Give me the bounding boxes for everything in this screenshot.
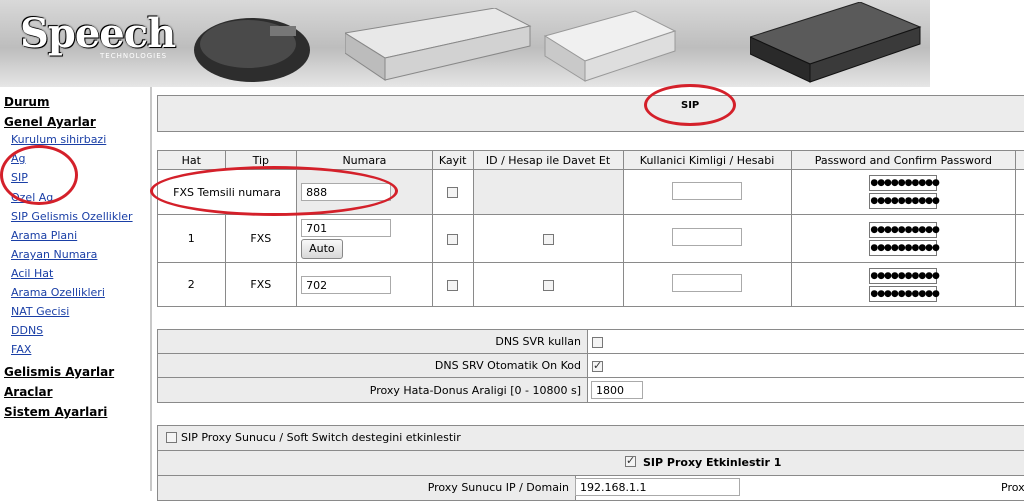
line-1-davet-checkbox[interactable] [543, 234, 554, 245]
line-2-numara-cell: 702 [297, 263, 433, 307]
line-2-user-cell [623, 263, 791, 307]
nav-araclar[interactable]: Araclar [4, 385, 53, 399]
col-hat: Hat [158, 151, 226, 170]
proxy-server-row: Proxy Sunucu IP / Domain 192.168.1.1 Pro… [157, 475, 1024, 501]
rep-user-input[interactable] [672, 182, 742, 200]
nav-arama-ozellikleri[interactable]: Arama Ozellikleri [11, 286, 105, 299]
line-1-user-input[interactable] [672, 228, 742, 246]
line-2-numara-input[interactable]: 702 [301, 276, 391, 294]
dns-srv-prefix-row: DNS SRV Otomatik On Kod [158, 354, 1024, 378]
device-image-3 [540, 6, 680, 86]
line-1-password-confirm[interactable]: ●●●●●●●●●● [869, 240, 937, 256]
rep-password-confirm[interactable]: ●●●●●●●●●● [869, 193, 937, 209]
line-2-tip: FXS [225, 263, 297, 307]
nav-arayan-numara[interactable]: Arayan Numara [11, 248, 97, 261]
nav-gelismis-ayarlar[interactable]: Gelismis Ayarlar [4, 365, 114, 379]
nav-arama-plani[interactable]: Arama Plani [11, 229, 77, 242]
proxy-server-label-cell: Proxy Sunucu IP / Domain [158, 476, 576, 500]
line-row-2: 2 FXS 702 ●●●●●●●●●● ●●●●●●●●●● [158, 263, 1024, 307]
line-1-password-cell: ●●●●●●●●●● ●●●●●●●●●● [791, 215, 1016, 263]
device-image-4 [750, 2, 925, 84]
annotation-ellipse-nav [0, 145, 78, 205]
rep-davet-cell [473, 170, 623, 215]
line-row-1: 1 FXS 701 Auto ●●●●●●●●●● ●●●●●●●●●● [158, 215, 1024, 263]
col-extra [1016, 151, 1024, 170]
nav-genel-ayarlar[interactable]: Genel Ayarlar [4, 115, 96, 129]
proxy-fallback-cell: 1800 [588, 378, 1024, 403]
logo-subtitle: TECHNOLOGIES [100, 52, 167, 60]
line-2-kayit-checkbox[interactable] [447, 280, 458, 291]
softswitch-label: SIP Proxy Sunucu / Soft Switch destegini… [181, 431, 461, 444]
nav-sistem-ayarlari[interactable]: Sistem Ayarlari [4, 405, 107, 419]
nav-acil-hat[interactable]: Acil Hat [11, 267, 53, 280]
dns-srv-prefix-cell [588, 354, 1024, 378]
dns-srv-prefix-label: DNS SRV Otomatik On Kod [158, 354, 588, 378]
dns-svr-checkbox[interactable] [592, 337, 603, 348]
proxy-server-input[interactable]: 192.168.1.1 [575, 478, 740, 496]
line-1-numara-input[interactable]: 701 [301, 219, 391, 237]
rep-kayit-cell [432, 170, 473, 215]
line-1-kayit-checkbox[interactable] [447, 234, 458, 245]
device-image-1 [190, 6, 320, 86]
speech-logo: Speech [20, 10, 175, 57]
page-title-panel: SIP [157, 95, 1024, 132]
nav-separator [150, 87, 152, 491]
line-2-davet-cell [473, 263, 623, 307]
header-banner: Speech TECHNOLOGIES [0, 0, 930, 87]
col-davet: ID / Hesap ile Davet Et [473, 151, 623, 170]
line-1-user-cell [623, 215, 791, 263]
rep-password-cell: ●●●●●●●●●● ●●●●●●●●●● [791, 170, 1016, 215]
device-image-2 [345, 8, 535, 83]
rep-kayit-checkbox[interactable] [447, 187, 458, 198]
nav-ddns[interactable]: DDNS [11, 324, 43, 337]
line-2-password-confirm[interactable]: ●●●●●●●●●● [869, 286, 937, 302]
auto-button[interactable]: Auto [301, 239, 343, 259]
nav-nat-gecisi[interactable]: NAT Gecisi [11, 305, 69, 318]
line-2-davet-checkbox[interactable] [543, 280, 554, 291]
line-2-password-cell: ●●●●●●●●●● ●●●●●●●●●● [791, 263, 1016, 307]
proxy-fallback-label: Proxy Hata-Donus Araligi [0 - 10800 s] [158, 378, 588, 403]
line-2-extra-cell [1016, 263, 1024, 307]
rep-password-input[interactable]: ●●●●●●●●●● [869, 175, 937, 191]
rep-extra-cell [1016, 170, 1024, 215]
line-1-kayit-cell [432, 215, 473, 263]
line-2-kayit-cell [432, 263, 473, 307]
nav-fax[interactable]: FAX [11, 343, 31, 356]
softswitch-panel: SIP Proxy Sunucu / Soft Switch destegini… [157, 425, 1024, 451]
dns-settings-table: DNS SVR kullan DNS SRV Otomatik On Kod P… [157, 329, 1024, 403]
col-password: Password and Confirm Password [791, 151, 1016, 170]
annotation-ellipse-rep-number [150, 166, 398, 216]
col-kayit: Kayit [432, 151, 473, 170]
dns-svr-cell [588, 330, 1024, 354]
proxy-server-label: Proxy Sunucu IP / Domain [428, 481, 569, 494]
annotation-ellipse-title [644, 84, 736, 126]
line-1-numara-cell: 701 Auto [297, 215, 433, 263]
dns-srv-prefix-checkbox[interactable] [592, 361, 603, 372]
line-2-hat: 2 [158, 263, 226, 307]
nav-kurulum-sihirbazi[interactable]: Kurulum sihirbazi [11, 133, 106, 146]
proxy-fallback-row: Proxy Hata-Donus Araligi [0 - 10800 s] 1… [158, 378, 1024, 403]
rep-user-cell [623, 170, 791, 215]
proxy-right-label: Prox [1001, 481, 1024, 494]
col-kullanici: Kullanici Kimligi / Hesabi [623, 151, 791, 170]
softswitch-checkbox[interactable] [166, 432, 177, 443]
dns-svr-row: DNS SVR kullan [158, 330, 1024, 354]
nav-sip-gelismis[interactable]: SIP Gelismis Ozellikler [11, 210, 133, 223]
line-1-extra-cell [1016, 215, 1024, 263]
line-2-password-input[interactable]: ●●●●●●●●●● [869, 268, 937, 284]
proxy-fallback-input[interactable]: 1800 [591, 381, 643, 399]
line-1-hat: 1 [158, 215, 226, 263]
proxy1-checkbox[interactable] [625, 456, 636, 467]
nav-durum[interactable]: Durum [4, 95, 49, 109]
dns-svr-label: DNS SVR kullan [158, 330, 588, 354]
proxy1-panel: SIP Proxy Etkinlestir 1 [157, 450, 1024, 476]
proxy1-label: SIP Proxy Etkinlestir 1 [643, 456, 781, 469]
line-2-user-input[interactable] [672, 274, 742, 292]
line-1-password-input[interactable]: ●●●●●●●●●● [869, 222, 937, 238]
line-1-tip: FXS [225, 215, 297, 263]
line-1-davet-cell [473, 215, 623, 263]
